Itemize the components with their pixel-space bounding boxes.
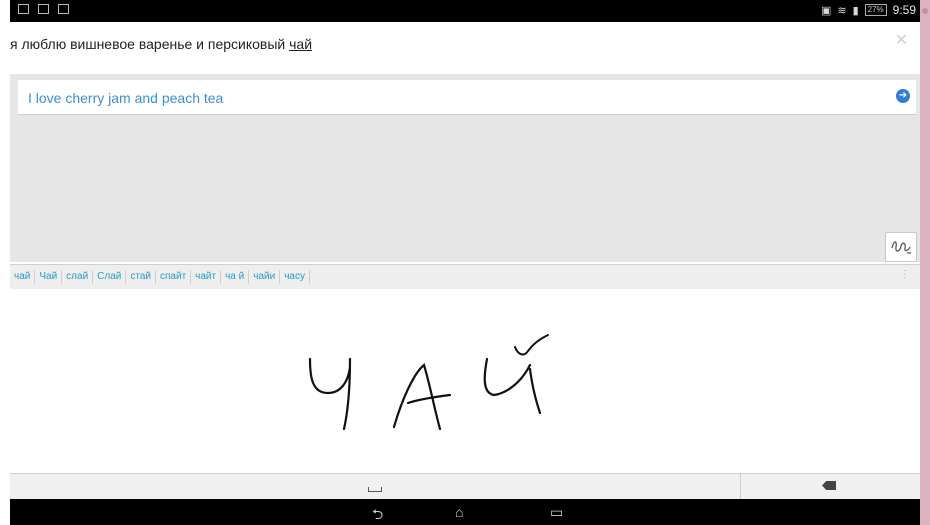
decor-dot [922,8,928,14]
suggestion-item[interactable]: ча й [221,270,250,284]
backspace-icon [822,481,836,490]
stroke-a [392,363,452,431]
go-arrow-icon[interactable]: ➜ [896,89,910,103]
source-text: я люблю вишневое варенье и персиковый ча… [10,36,313,52]
home-icon[interactable]: ⌂ [455,504,463,520]
photo-icon [38,4,49,14]
clock: 9:59 [892,3,916,17]
sim-icon: ▣ [820,4,832,17]
source-text-field[interactable]: я люблю вишневое варенье и персиковый ча… [10,22,920,75]
status-bar: ▣ ≋ ▮ 27% 9:59 [10,0,920,22]
frame-border [920,0,930,525]
tablet-screen: ▣ ≋ ▮ 27% 9:59 я люблю вишневое варенье … [10,0,920,525]
translation-panel: I love cherry jam and peach tea ➜ [10,74,920,262]
recents-icon[interactable]: ▭ [550,504,563,521]
signal-icon: ▮ [852,4,859,17]
suggestion-item[interactable]: Слай [93,270,127,284]
suggestion-item[interactable]: Чай [35,270,63,284]
stroke-i [483,357,542,415]
suggestion-item[interactable]: часу [280,270,310,284]
navigation-bar: ⮌ ⌂ ▭ [10,499,920,525]
suggestion-item[interactable]: спайт [156,270,192,284]
handwriting-strokes [308,334,549,431]
clear-icon[interactable]: ✕ [895,30,908,50]
handwriting-mode-icon[interactable] [885,232,917,262]
keyboard-bar [10,473,920,500]
suggestion-item[interactable]: чайт [191,270,222,284]
back-icon[interactable]: ⮌ [372,504,383,525]
backspace-key[interactable] [741,474,920,500]
suggestion-item[interactable]: чай [10,270,36,284]
space-icon [368,487,382,492]
translation-text: I love cherry jam and peach tea [28,90,224,106]
notification-icons [18,4,69,14]
composing-word: чай [289,36,313,52]
more-suggestions-icon[interactable]: ⋮ [900,269,910,280]
briefcase-icon [58,4,69,14]
suggestion-item[interactable]: чайи [249,270,281,284]
space-key[interactable] [10,474,741,500]
system-icons: ▣ ≋ ▮ 27% 9:59 [821,3,916,17]
battery-indicator: 27% [864,4,887,16]
translation-result[interactable]: I love cherry jam and peach tea ➜ [18,80,916,115]
suggestion-strip: чай Чай слай Слай стай спайт чайт ча й ч… [10,264,920,290]
stroke-ch [308,357,352,431]
notification-icon [18,4,29,14]
suggestion-item[interactable]: слай [62,270,94,284]
wifi-icon: ≋ [837,4,847,17]
suggestion-item[interactable]: стай [126,270,156,284]
handwriting-canvas[interactable] [10,289,920,473]
stroke-breve [514,334,549,356]
